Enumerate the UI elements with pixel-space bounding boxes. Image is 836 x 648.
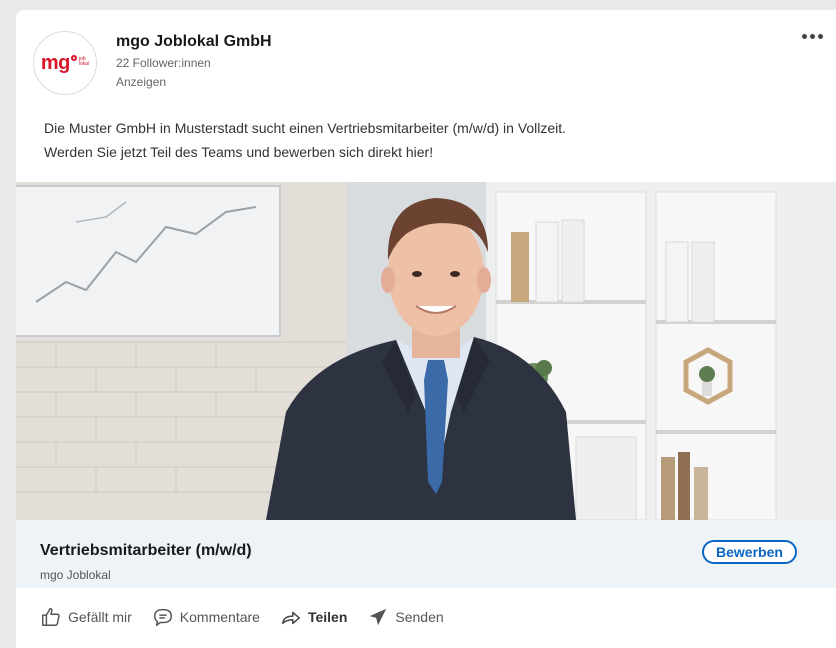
more-options-icon[interactable] <box>796 28 828 44</box>
post-text: Die Muster GmbH in Musterstadt sucht ein… <box>44 116 804 164</box>
post-text-line: Werden Sie jetzt Teil des Teams und bewe… <box>44 144 434 160</box>
like-label: Gefällt mir <box>68 609 132 625</box>
send-label: Senden <box>395 609 444 625</box>
logo-ring-icon <box>70 55 77 61</box>
job-ad-photo[interactable] <box>16 182 836 520</box>
share-button[interactable]: Teilen <box>280 606 347 628</box>
logo-text: mg <box>40 52 71 74</box>
job-details-strip[interactable]: Vertriebsmitarbeiter (m/w/d) mgo Jobloka… <box>16 520 836 588</box>
send-button[interactable]: Senden <box>367 606 444 628</box>
company-logo[interactable]: mg job lokal <box>33 31 97 95</box>
comment-label: Kommentare <box>179 609 260 625</box>
mgo-logo-mark: mg job lokal <box>41 53 89 73</box>
share-label: Teilen <box>307 609 348 625</box>
businessman-office-photo <box>16 182 836 520</box>
thumbs-up-icon <box>42 608 60 626</box>
like-button[interactable]: Gefällt mir <box>40 606 132 628</box>
logo-subtext-line2: lokal <box>78 61 90 67</box>
logo-subtext: job lokal <box>79 57 89 67</box>
sponsored-post-card: mg job lokal mgo Joblokal GmbH 22 Follow… <box>16 10 836 648</box>
comment-button[interactable]: Kommentare <box>152 606 260 628</box>
post-text-line: Die Muster GmbH in Musterstadt sucht ein… <box>44 120 567 136</box>
company-name-link[interactable]: mgo Joblokal GmbH <box>116 33 272 51</box>
post-actions-bar: Gefällt mir Kommentare Teilen Senden <box>40 602 464 632</box>
send-paper-plane-icon <box>370 608 387 626</box>
follower-count: 22 Follower:innen <box>116 56 211 70</box>
sponsored-label: Anzeigen <box>116 75 167 89</box>
apply-button[interactable]: Bewerben <box>702 540 797 564</box>
comment-icon <box>153 608 172 626</box>
job-title[interactable]: Vertriebsmitarbeiter (m/w/d) <box>40 542 252 560</box>
share-arrow-icon <box>281 611 300 625</box>
job-company: mgo Joblokal <box>40 568 111 582</box>
